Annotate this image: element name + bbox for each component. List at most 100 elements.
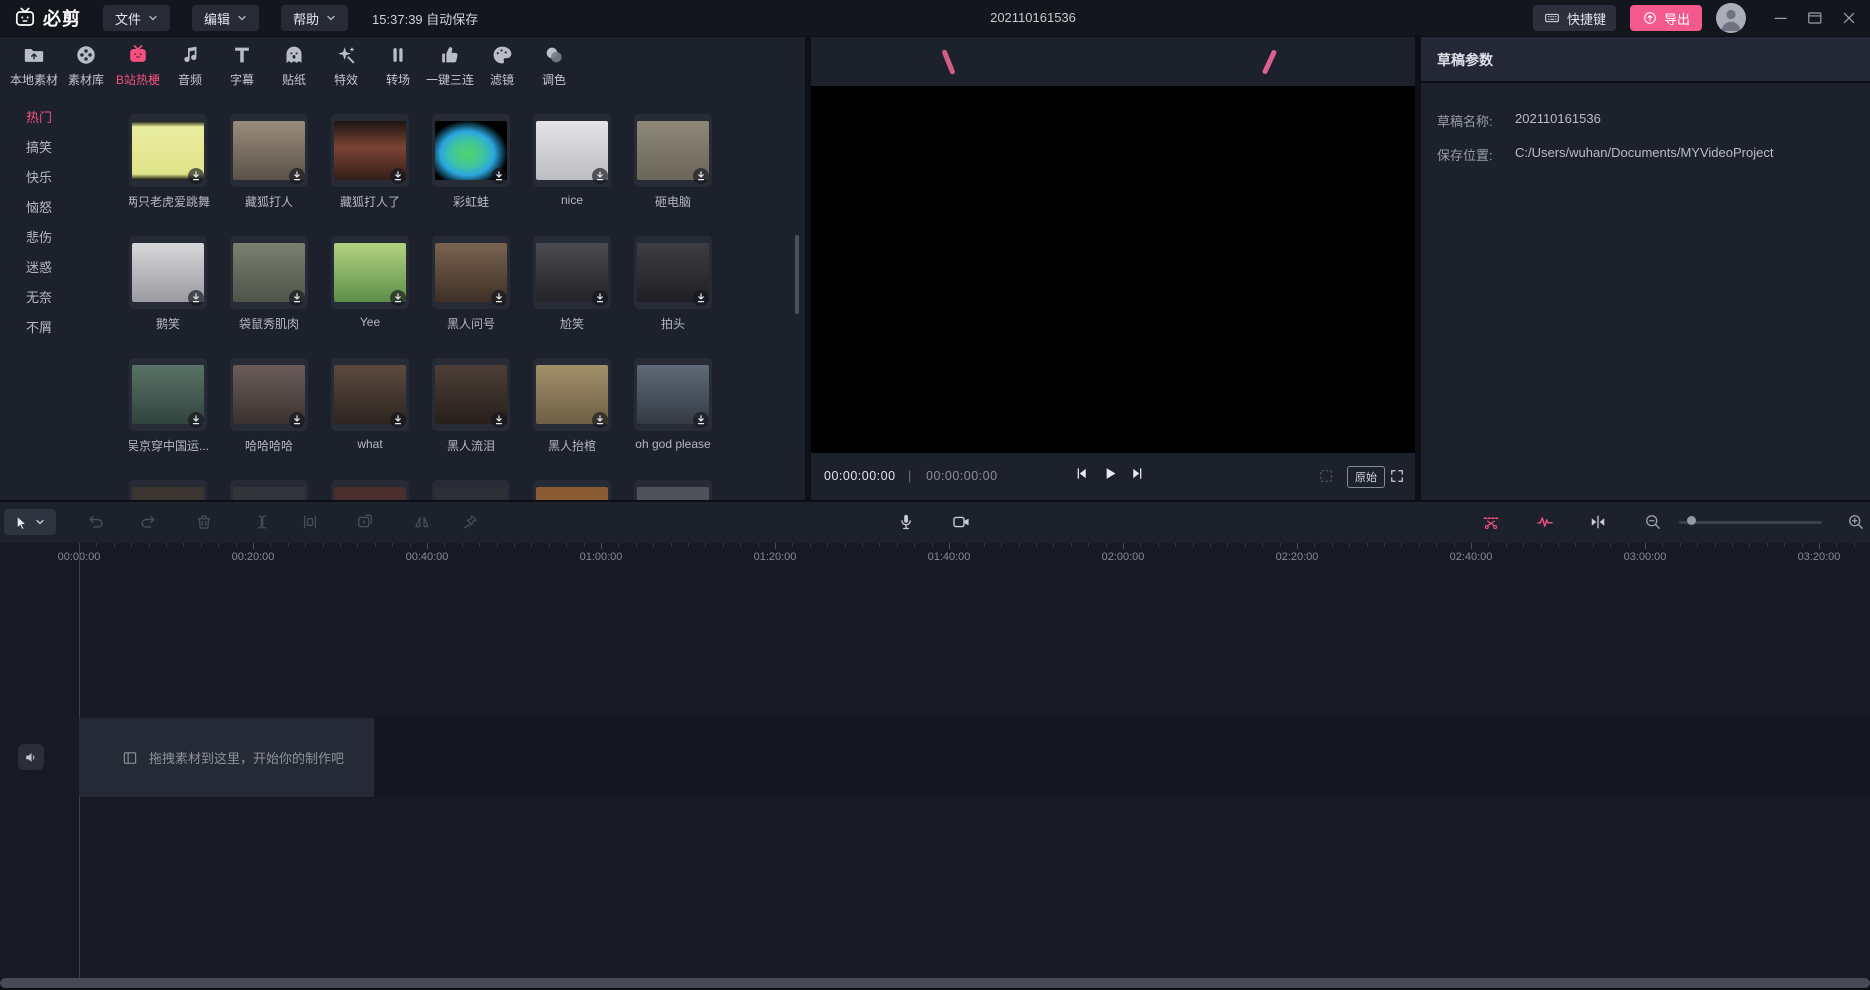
material-card[interactable]: 藏狐打人了: [331, 114, 409, 187]
material-card[interactable]: 袋鼠秀肌肉: [230, 236, 308, 309]
auto-cut-icon[interactable]: [1481, 512, 1501, 532]
material-thumbnail[interactable]: [533, 480, 611, 500]
auto-beat-icon[interactable]: [1535, 512, 1555, 532]
category-happy[interactable]: 快乐: [0, 163, 113, 193]
track-placeholder[interactable]: 拖拽素材到这里，开始你的制作吧: [79, 718, 374, 797]
material-thumbnail[interactable]: [129, 114, 207, 187]
download-icon[interactable]: [491, 290, 507, 306]
close-button[interactable]: [1838, 7, 1860, 29]
export-button[interactable]: 导出: [1630, 5, 1702, 31]
material-thumbnail[interactable]: [634, 114, 712, 187]
material-thumbnail[interactable]: [432, 114, 510, 187]
material-thumbnail[interactable]: [533, 236, 611, 309]
split-clip-icon[interactable]: [252, 512, 272, 532]
category-helpless[interactable]: 无奈: [0, 283, 113, 313]
timeline-zoom-handle[interactable]: [1687, 516, 1696, 525]
material-card[interactable]: [634, 480, 712, 500]
menu-file[interactable]: 文件: [103, 5, 170, 31]
track-mute-button[interactable]: [18, 744, 44, 770]
download-icon[interactable]: [491, 168, 507, 184]
fullscreen-icon[interactable]: [1388, 467, 1406, 485]
undo-icon[interactable]: [86, 512, 106, 532]
redo-icon[interactable]: [138, 512, 158, 532]
original-ratio-button[interactable]: 原始: [1347, 466, 1385, 488]
material-thumbnail[interactable]: [129, 236, 207, 309]
material-card[interactable]: [331, 480, 409, 500]
material-thumbnail[interactable]: [533, 114, 611, 187]
download-icon[interactable]: [188, 168, 204, 184]
video-canvas[interactable]: [811, 86, 1415, 453]
category-disdain[interactable]: 不屑: [0, 313, 113, 343]
material-card[interactable]: 黑人问号: [432, 236, 510, 309]
material-thumbnail[interactable]: [432, 236, 510, 309]
select-tool-button[interactable]: [4, 509, 56, 535]
material-card[interactable]: [533, 480, 611, 500]
download-icon[interactable]: [390, 168, 406, 184]
menu-help[interactable]: 帮助: [281, 5, 348, 31]
material-thumbnail[interactable]: [432, 358, 510, 431]
material-thumbnail[interactable]: [432, 480, 510, 500]
material-card[interactable]: 黑人抬棺: [533, 358, 611, 431]
pin-icon[interactable]: [460, 512, 480, 532]
zoom-out-icon[interactable]: [1643, 512, 1663, 532]
tab-triple-action[interactable]: 一键三连: [424, 37, 476, 95]
download-icon[interactable]: [693, 168, 709, 184]
camera-icon[interactable]: [951, 512, 971, 532]
download-icon[interactable]: [693, 412, 709, 428]
safe-area-icon[interactable]: [1317, 467, 1335, 485]
download-icon[interactable]: [188, 412, 204, 428]
minimize-button[interactable]: [1770, 7, 1792, 29]
material-thumbnail[interactable]: [129, 358, 207, 431]
tab-sticker[interactable]: 贴纸: [268, 37, 320, 95]
material-thumbnail[interactable]: [634, 358, 712, 431]
delete-icon[interactable]: [194, 512, 214, 532]
menu-edit[interactable]: 编辑: [192, 5, 259, 31]
category-confused[interactable]: 迷惑: [0, 253, 113, 283]
material-card[interactable]: 哈哈哈哈: [230, 358, 308, 431]
material-card[interactable]: 藏狐打人: [230, 114, 308, 187]
download-icon[interactable]: [289, 168, 305, 184]
material-thumbnail[interactable]: [230, 358, 308, 431]
download-icon[interactable]: [693, 290, 709, 306]
material-card[interactable]: 彩虹蛙: [432, 114, 510, 187]
play-button[interactable]: [1101, 465, 1118, 482]
shortcut-button[interactable]: 快捷键: [1533, 5, 1616, 31]
maximize-button[interactable]: [1804, 7, 1826, 29]
avatar[interactable]: [1716, 3, 1746, 33]
material-thumbnail[interactable]: [634, 236, 712, 309]
mirror-flip-icon[interactable]: [412, 512, 432, 532]
material-card[interactable]: oh god please: [634, 358, 712, 431]
category-funny[interactable]: 搞笑: [0, 133, 113, 163]
replace-clip-icon[interactable]: [355, 512, 375, 532]
category-angry[interactable]: 恼怒: [0, 193, 113, 223]
material-thumbnail[interactable]: [230, 236, 308, 309]
material-card[interactable]: 鹅笑: [129, 236, 207, 309]
material-thumbnail[interactable]: [331, 114, 409, 187]
material-card[interactable]: [129, 480, 207, 500]
next-frame-button[interactable]: [1129, 465, 1146, 482]
download-icon[interactable]: [592, 290, 608, 306]
download-icon[interactable]: [188, 290, 204, 306]
tab-audio[interactable]: 音频: [164, 37, 216, 95]
zoom-in-icon[interactable]: [1846, 512, 1866, 532]
download-icon[interactable]: [592, 412, 608, 428]
extract-clip-icon[interactable]: [300, 512, 320, 532]
material-card[interactable]: 两只老虎爱跳舞: [129, 114, 207, 187]
microphone-icon[interactable]: [896, 512, 916, 532]
tab-local-material[interactable]: 本地素材: [8, 37, 60, 95]
material-thumbnail[interactable]: [331, 358, 409, 431]
prev-frame-button[interactable]: [1073, 465, 1090, 482]
tab-material-library[interactable]: 素材库: [60, 37, 112, 95]
tab-filter[interactable]: 滤镜: [476, 37, 528, 95]
material-card[interactable]: [432, 480, 510, 500]
material-card[interactable]: what: [331, 358, 409, 431]
material-thumbnail[interactable]: [533, 358, 611, 431]
grid-scrollbar[interactable]: [795, 235, 799, 314]
download-icon[interactable]: [390, 412, 406, 428]
material-thumbnail[interactable]: [331, 236, 409, 309]
download-icon[interactable]: [289, 412, 305, 428]
tab-bilibili-memes[interactable]: B站热梗: [112, 37, 164, 95]
download-icon[interactable]: [390, 290, 406, 306]
material-thumbnail[interactable]: [129, 480, 207, 500]
download-icon[interactable]: [289, 290, 305, 306]
